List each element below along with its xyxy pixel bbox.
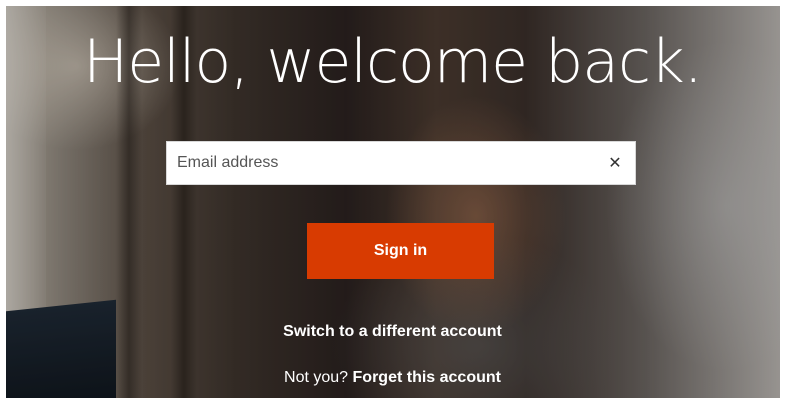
welcome-headline: Hello, welcome back. [83,27,703,97]
forget-account-link[interactable]: Forget this account [353,369,501,386]
not-you-text: Not you? [284,369,353,386]
close-icon[interactable]: ✕ [605,153,625,173]
forget-account-row: Not you? Forget this account [0,368,785,388]
email-field-container: ✕ [166,141,636,185]
switch-account-link[interactable]: Switch to a different account [0,322,785,342]
sign-in-button[interactable]: Sign in [307,223,494,279]
sign-in-screen: Hello, welcome back. ✕ Sign in Switch to… [0,0,785,402]
email-input[interactable] [167,142,587,184]
